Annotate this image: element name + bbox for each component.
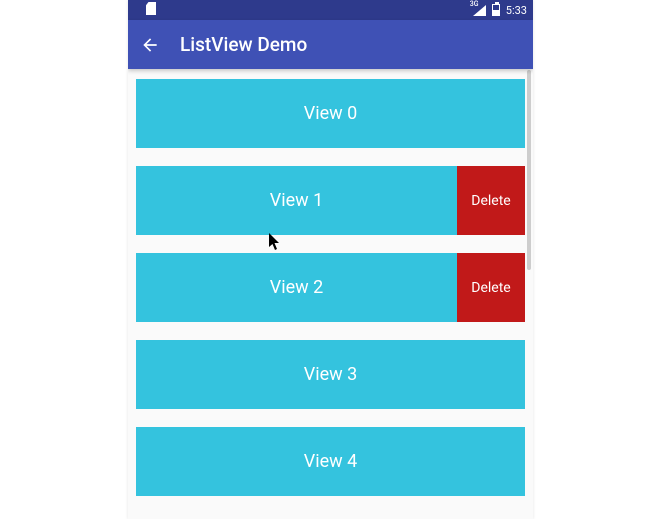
list-item-content[interactable]: View 1 xyxy=(136,166,457,235)
clock-label: 5:33 xyxy=(506,4,527,17)
signal-group: 3G xyxy=(473,5,486,16)
app-title: ListView Demo xyxy=(180,33,307,56)
status-left-icons xyxy=(146,2,156,15)
cursor-icon xyxy=(269,233,281,251)
list-item-content[interactable]: View 4 xyxy=(136,427,525,496)
list-item-content[interactable]: View 3 xyxy=(136,340,525,409)
list-item[interactable]: View 3 xyxy=(136,340,525,409)
delete-button[interactable]: Delete xyxy=(457,253,525,322)
list-item[interactable]: View 2 Delete xyxy=(136,253,525,322)
list-item-content[interactable]: View 0 xyxy=(136,79,525,148)
list-item[interactable]: View 4 xyxy=(136,427,525,496)
canvas: 3G 5:33 ListView Demo View 0 xyxy=(0,0,661,519)
list-item-label: View 3 xyxy=(304,364,358,385)
list-item-label: View 2 xyxy=(270,277,324,298)
list-item-content[interactable]: View 2 xyxy=(136,253,457,322)
sd-card-icon xyxy=(146,2,156,15)
status-bar: 3G 5:33 xyxy=(128,0,533,20)
back-arrow-icon[interactable] xyxy=(140,35,160,55)
list-item-label: View 1 xyxy=(270,190,324,211)
signal-icon xyxy=(473,5,486,16)
delete-button[interactable]: Delete xyxy=(457,166,525,235)
app-bar: ListView Demo xyxy=(128,20,533,69)
delete-label: Delete xyxy=(471,193,510,209)
list-item[interactable]: View 1 Delete xyxy=(136,166,525,235)
delete-label: Delete xyxy=(471,280,510,296)
list-view[interactable]: View 0 View 1 Delete View 2 xyxy=(128,69,533,496)
device-frame: 3G 5:33 ListView Demo View 0 xyxy=(128,0,533,519)
list-item-label: View 0 xyxy=(304,103,358,124)
list-item[interactable]: View 0 xyxy=(136,79,525,148)
battery-icon xyxy=(492,4,500,16)
scrollbar[interactable] xyxy=(527,70,531,270)
list-item-label: View 4 xyxy=(304,451,358,472)
